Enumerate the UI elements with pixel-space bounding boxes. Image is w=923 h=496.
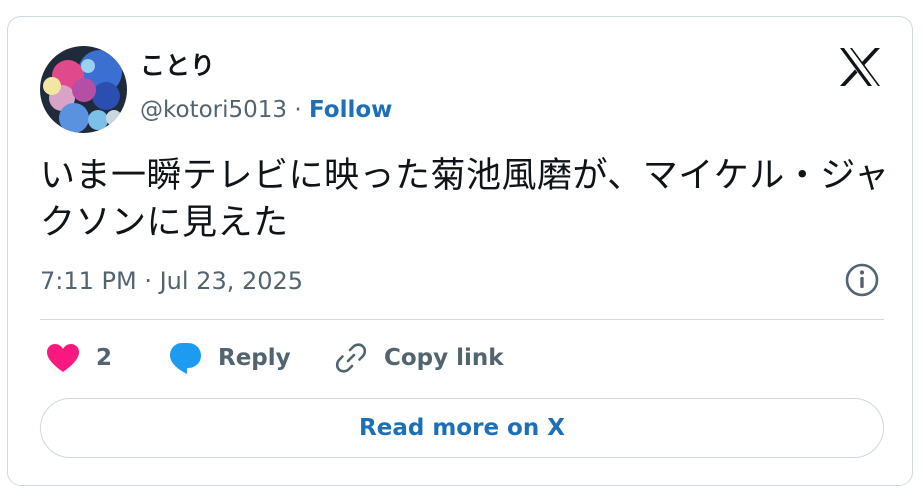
tweet-timestamp[interactable]: 7:11 PM · Jul 23, 2025	[40, 263, 303, 299]
separator-dot: ·	[287, 97, 309, 123]
author-display-name[interactable]: ことり	[140, 48, 215, 84]
reply-label: Reply	[218, 345, 291, 371]
like-button[interactable]: 2	[46, 337, 112, 379]
copy-link-button[interactable]: Copy link	[334, 337, 504, 379]
heart-icon	[47, 344, 79, 372]
read-more-label: Read more on X	[359, 415, 565, 441]
tweet-card: ことり @kotori5013 · Follow いま一瞬テレビに映った菊池風磨…	[7, 16, 913, 486]
reply-button[interactable]: Reply	[168, 337, 291, 379]
avatar[interactable]	[40, 46, 127, 133]
follow-link[interactable]: Follow	[309, 97, 392, 123]
info-icon[interactable]	[844, 262, 880, 298]
copy-link-label: Copy link	[384, 345, 504, 371]
author-handle-line: @kotori5013 · Follow	[140, 93, 392, 127]
like-count: 2	[96, 345, 113, 371]
author-handle[interactable]: @kotori5013	[140, 97, 287, 123]
read-more-button[interactable]: Read more on X	[40, 398, 884, 458]
x-logo-icon[interactable]	[838, 47, 882, 87]
tweet-text: いま一瞬テレビに映った菊池風磨が、マイケル・ジャクソンに見えた	[40, 156, 890, 243]
divider	[40, 319, 884, 320]
link-icon	[335, 343, 367, 373]
reply-bubble-icon	[170, 343, 201, 374]
